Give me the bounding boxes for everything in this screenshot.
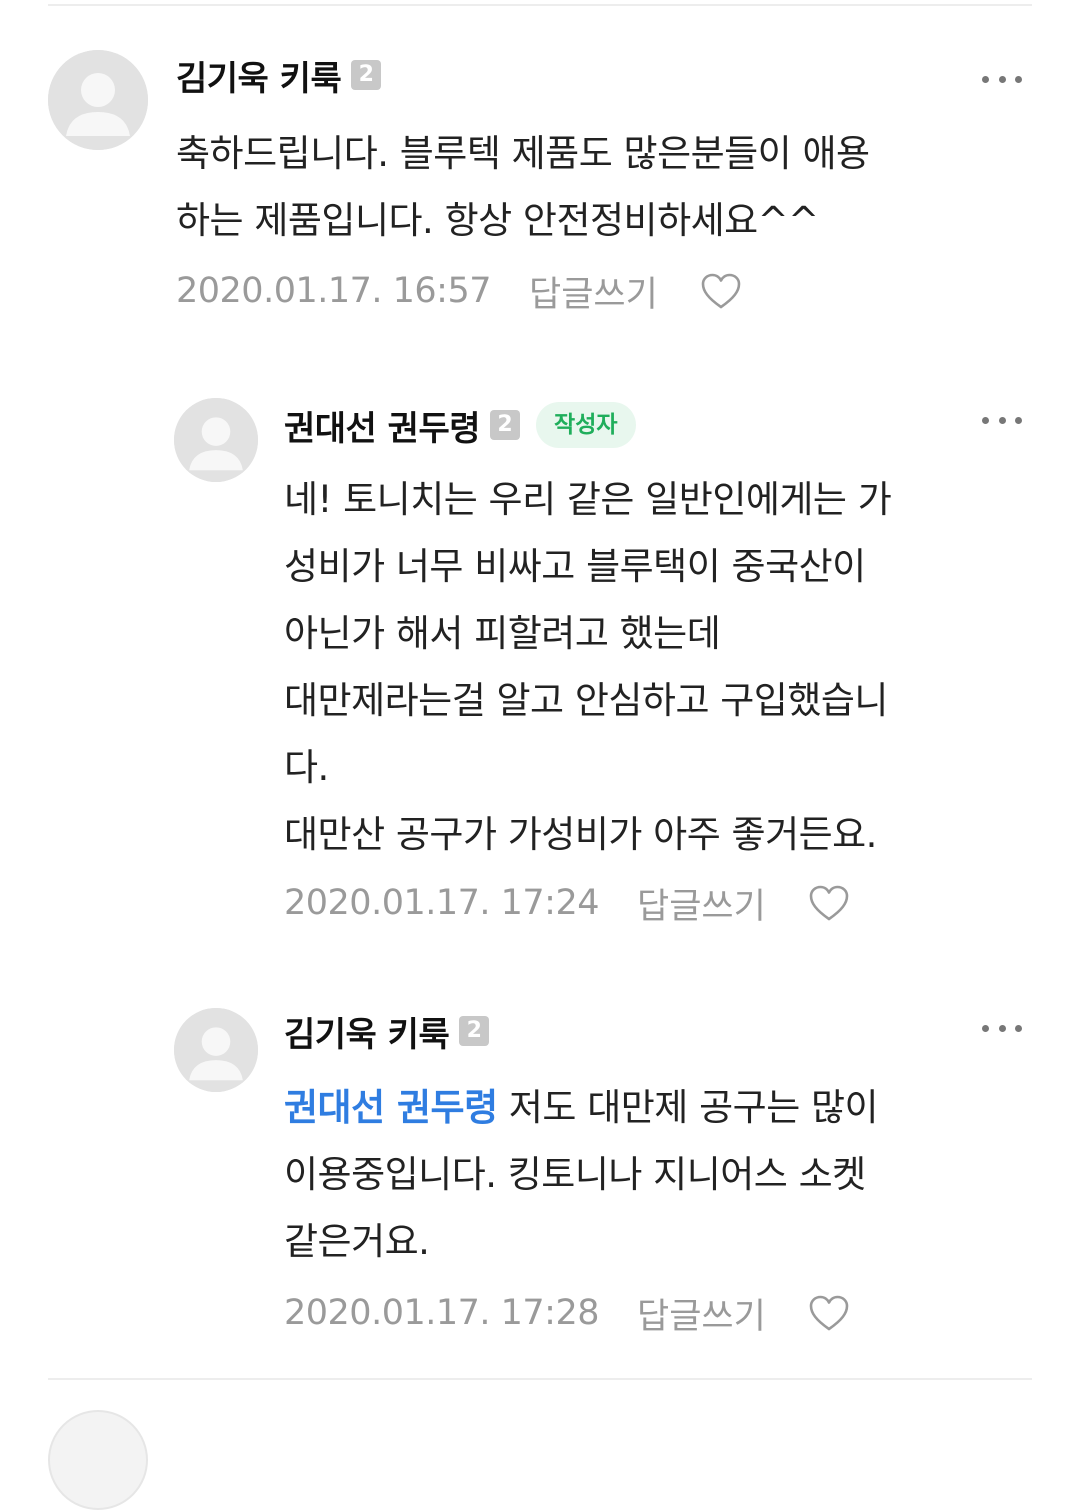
heart-icon[interactable] <box>700 272 742 310</box>
comment-header: 권대선 권두령 2 작성자 <box>284 400 636 450</box>
next-comment-avatar-icon[interactable] <box>48 1410 148 1510</box>
member-level-badge: 2 <box>490 410 521 440</box>
comment-date: 2020.01.17. 17:28 <box>284 1293 600 1333</box>
author-name[interactable]: 김기욱 키룩 <box>284 1007 450 1056</box>
heart-icon[interactable] <box>808 1294 850 1332</box>
comment-date: 2020.01.17. 17:24 <box>284 883 600 923</box>
reply-button[interactable]: 답글쓰기 <box>637 878 766 929</box>
writer-badge: 작성자 <box>536 402 636 448</box>
comment-header: 김기욱 키룩 2 <box>284 1006 490 1056</box>
reply-button[interactable]: 답글쓰기 <box>637 1288 766 1339</box>
top-divider <box>48 4 1032 6</box>
comment-meta: 2020.01.17. 17:24 답글쓰기 <box>284 878 850 928</box>
member-level-badge: 2 <box>459 1016 490 1046</box>
comment-meta: 2020.01.17. 16:57 답글쓰기 <box>176 266 742 316</box>
more-options-icon[interactable] <box>982 408 1022 432</box>
reply-button[interactable]: 답글쓰기 <box>529 266 658 317</box>
more-options-icon[interactable] <box>982 67 1022 91</box>
comment-divider <box>48 1378 1032 1380</box>
mention-link[interactable]: 권대선 권두령 <box>284 1086 498 1129</box>
member-level-badge: 2 <box>351 60 382 90</box>
comment-header: 김기욱 키룩 2 <box>176 50 382 100</box>
comment-meta: 2020.01.17. 17:28 답글쓰기 <box>284 1288 850 1338</box>
user-avatar-icon[interactable] <box>174 1008 258 1092</box>
comment-date: 2020.01.17. 16:57 <box>176 271 492 311</box>
comment-text: 권대선 권두령 저도 대만제 공구는 많이 이용중입니다. 킹토니나 지니어스 … <box>284 1074 1044 1275</box>
comment-text: 네! 토니치는 우리 같은 일반인에게는 가 성비가 너무 비싸고 블루택이 중… <box>284 478 892 856</box>
user-avatar-icon[interactable] <box>48 50 148 150</box>
more-options-icon[interactable] <box>982 1016 1022 1040</box>
author-name[interactable]: 권대선 권두령 <box>284 401 481 450</box>
user-avatar-icon[interactable] <box>174 398 258 482</box>
comment-text: 축하드립니다. 블루텍 제품도 많은분들이 애용 하는 제품입니다. 항상 안전… <box>176 132 870 242</box>
heart-icon[interactable] <box>808 884 850 922</box>
author-name[interactable]: 김기욱 키룩 <box>176 51 342 100</box>
